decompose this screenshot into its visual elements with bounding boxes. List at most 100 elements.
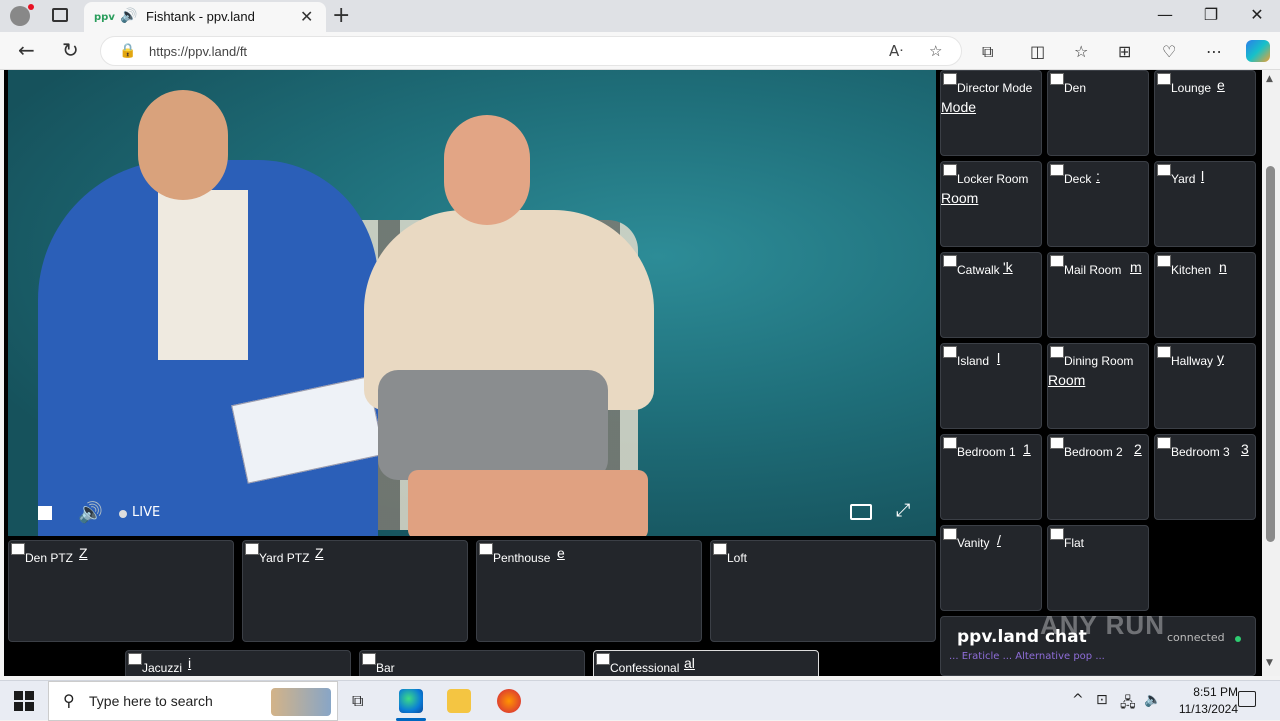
camera-label: Lounge: [1171, 81, 1212, 95]
task-view-icon[interactable]: ⧉: [352, 691, 363, 711]
camera-thumbnail-icon: [943, 255, 957, 267]
camera-tile[interactable]: Flat: [1047, 525, 1149, 611]
back-button[interactable]: ←: [18, 38, 35, 62]
camera-label-underline: 'k: [1003, 259, 1013, 275]
camera-label: Director Mode: [957, 81, 1033, 95]
minimize-button[interactable]: —: [1150, 5, 1180, 24]
windows-start-icon[interactable]: [14, 691, 34, 711]
close-window-button[interactable]: ✕: [1242, 5, 1272, 24]
camera-tile[interactable]: Yard PTZ Z: [242, 540, 468, 642]
camera-thumbnail-icon: [479, 543, 493, 555]
scroll-up-icon[interactable]: ▲: [1266, 74, 1273, 84]
url-text[interactable]: https://ppv.land/ft: [149, 44, 247, 59]
split-screen-icon[interactable]: ◫: [1030, 42, 1045, 61]
camera-thumbnail-icon: [943, 346, 957, 358]
network-icon[interactable]: 🖧: [1120, 692, 1136, 716]
camera-tile[interactable]: Loft: [710, 540, 936, 642]
tab-actions-icon[interactable]: [52, 8, 68, 22]
live-indicator-icon: [119, 510, 127, 518]
favorite-star-icon[interactable]: ☆: [929, 42, 942, 60]
camera-tile[interactable]: Bar: [359, 650, 585, 676]
show-hidden-icons-icon[interactable]: ^: [1072, 692, 1084, 708]
camera-label: Mail Room: [1064, 263, 1122, 277]
collections-icon[interactable]: ⊞: [1118, 42, 1131, 61]
page-scrollbar[interactable]: ▲ ▼: [1262, 70, 1280, 676]
camera-label: Locker Room: [957, 172, 1029, 186]
new-tab-button[interactable]: +: [332, 3, 350, 28]
camera-label: Bedroom 2: [1064, 445, 1123, 459]
camera-tile[interactable]: Hallway y: [1154, 343, 1256, 429]
video-player[interactable]: 🔊 LIVE ⤢: [8, 70, 936, 536]
camera-tile[interactable]: Penthouse e: [476, 540, 702, 642]
camera-label: Kitchen: [1171, 263, 1212, 277]
camera-tile[interactable]: Yard l: [1154, 161, 1256, 247]
scrollbar-thumb[interactable]: [1266, 166, 1275, 542]
profile-avatar[interactable]: [10, 6, 30, 26]
camera-tile[interactable]: Dining Room Room: [1047, 343, 1149, 429]
address-bar-row: ← ↻ 🔒 https://ppv.land/ft Aᐧ ☆ ⧉ ◫ ☆ ⊞ ♡…: [0, 32, 1280, 70]
camera-tile[interactable]: Bedroom 3 3: [1154, 434, 1256, 520]
clock-time[interactable]: 8:51 PM: [1176, 685, 1238, 699]
close-tab-icon[interactable]: ✕: [300, 7, 313, 26]
camera-tile-selected[interactable]: Confessional al: [593, 650, 819, 676]
file-explorer-icon[interactable]: [447, 689, 471, 713]
stop-icon[interactable]: [38, 506, 52, 520]
picture-in-picture-icon[interactable]: [850, 504, 872, 520]
scroll-down-icon[interactable]: ▼: [1266, 658, 1273, 668]
address-bar[interactable]: 🔒 https://ppv.land/ft Aᐧ ☆: [100, 36, 962, 66]
volume-icon[interactable]: 🔊: [78, 500, 103, 524]
camera-thumbnail-icon: [1157, 346, 1171, 358]
camera-label-underline: Room: [941, 190, 979, 206]
camera-label: Den PTZ: [25, 551, 74, 565]
camera-tile[interactable]: Jacuzzi i: [125, 650, 351, 676]
camera-tile[interactable]: Catwalk 'k: [940, 252, 1042, 338]
camera-tile[interactable]: Island l: [940, 343, 1042, 429]
camera-tile[interactable]: Mail Room m: [1047, 252, 1149, 338]
taskbar-search[interactable]: ⚲ Type here to search: [48, 681, 338, 721]
camera-tile[interactable]: Bedroom 1 1: [940, 434, 1042, 520]
notifications-icon[interactable]: [1238, 691, 1256, 707]
camera-label-underline: l: [997, 350, 1001, 366]
browser-essentials-icon[interactable]: ♡: [1162, 42, 1176, 61]
extensions-icon[interactable]: ⧉: [982, 42, 993, 62]
person-left-head: [138, 90, 228, 200]
device-icon[interactable]: ⊡: [1096, 692, 1108, 708]
camera-thumbnail-icon: [1157, 437, 1171, 449]
camera-label-underline: 1: [1023, 441, 1031, 457]
fullscreen-icon[interactable]: ⤢: [896, 500, 910, 521]
settings-more-icon[interactable]: ⋯: [1206, 42, 1222, 61]
clock-date[interactable]: 11/13/2024: [1166, 702, 1238, 716]
camera-thumbnail-icon: [943, 73, 957, 85]
camera-tile[interactable]: Locker Room Room: [940, 161, 1042, 247]
camera-label-underline: Mode: [941, 99, 977, 115]
camera-tile[interactable]: Den: [1047, 70, 1149, 156]
site-favicon-icon: ppv: [94, 12, 115, 23]
camera-tile[interactable]: Vanity /: [940, 525, 1042, 611]
camera-thumbnail-icon: [596, 653, 610, 665]
camera-tile[interactable]: Bedroom 2 2: [1047, 434, 1149, 520]
camera-thumbnail-icon: [245, 543, 259, 555]
firefox-app-icon[interactable]: [497, 689, 521, 713]
read-aloud-icon[interactable]: Aᐧ: [889, 42, 903, 60]
search-highlight-image: [271, 688, 331, 716]
restore-button[interactable]: ❐: [1196, 5, 1226, 24]
audio-playing-icon[interactable]: 🔊: [120, 8, 137, 24]
edge-app-icon[interactable]: [399, 689, 423, 713]
camera-tile[interactable]: Kitchen n: [1154, 252, 1256, 338]
lock-icon[interactable]: 🔒: [119, 43, 136, 59]
search-icon: ⚲: [63, 691, 75, 710]
camera-label-underline: e: [1217, 77, 1225, 93]
camera-tile[interactable]: Den PTZ Z: [8, 540, 234, 642]
camera-tile[interactable]: Lounge e: [1154, 70, 1256, 156]
camera-tile[interactable]: Deck :: [1047, 161, 1149, 247]
person-right-shorts: [378, 370, 608, 480]
camera-thumbnail-icon: [1050, 528, 1064, 540]
volume-tray-icon[interactable]: 🔈: [1144, 692, 1161, 708]
copilot-icon[interactable]: [1246, 40, 1270, 62]
refresh-button[interactable]: ↻: [62, 38, 79, 62]
camera-tile[interactable]: Director Mode Mode: [940, 70, 1042, 156]
camera-thumbnail-icon: [713, 543, 727, 555]
browser-tab[interactable]: ppv 🔊 Fishtank - ppv.land ✕: [84, 2, 326, 32]
favorites-icon[interactable]: ☆: [1074, 42, 1088, 61]
watermark-logo: ANY RUN: [1040, 610, 1165, 640]
